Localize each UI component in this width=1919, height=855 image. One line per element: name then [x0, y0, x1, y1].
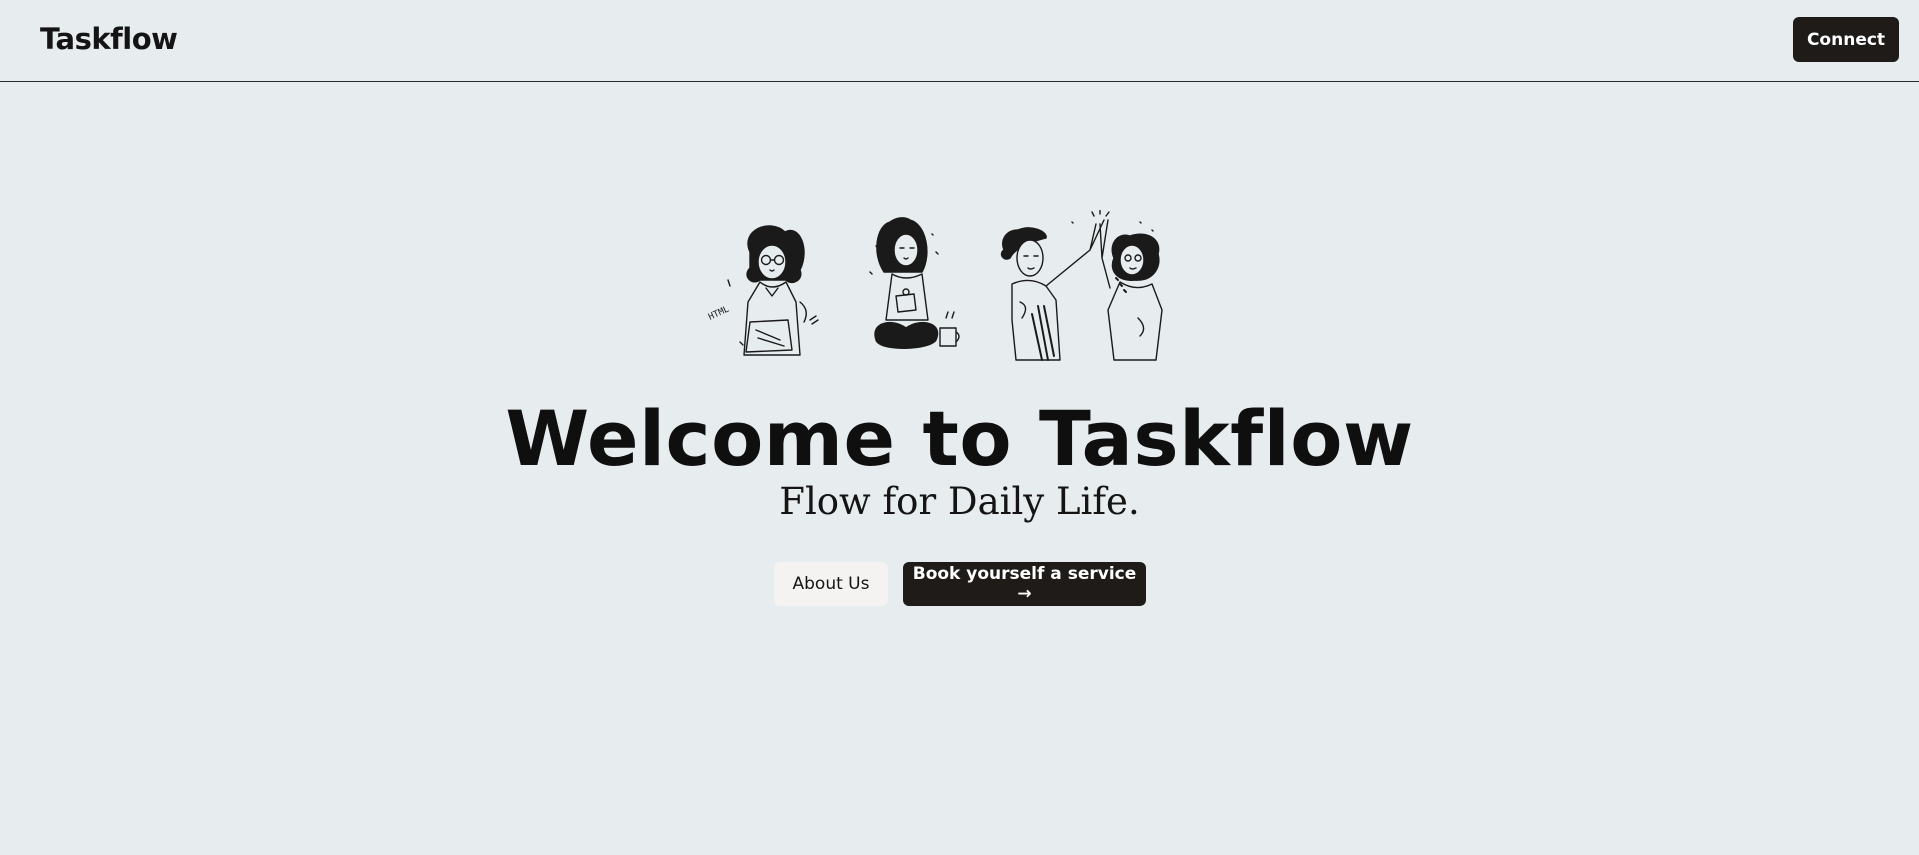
hero-title: Welcome to Taskflow: [505, 394, 1414, 483]
person-laptop-figure: HTML: [707, 225, 819, 356]
hero-subtitle: Flow for Daily Life.: [779, 480, 1140, 523]
brand-logo-text[interactable]: Taskflow: [40, 22, 178, 56]
people-highfive-figure: [1000, 210, 1163, 361]
html-doodle-text: HTML: [707, 304, 731, 322]
team-collaboration-illustration: HTML: [707, 210, 1163, 361]
about-us-button[interactable]: About Us: [774, 562, 888, 606]
person-puzzle-figure: [869, 217, 960, 349]
connect-button[interactable]: Connect: [1793, 17, 1899, 62]
book-service-button[interactable]: Book yourself a service →: [903, 562, 1146, 606]
top-navbar: Taskflow Connect: [0, 0, 1919, 82]
